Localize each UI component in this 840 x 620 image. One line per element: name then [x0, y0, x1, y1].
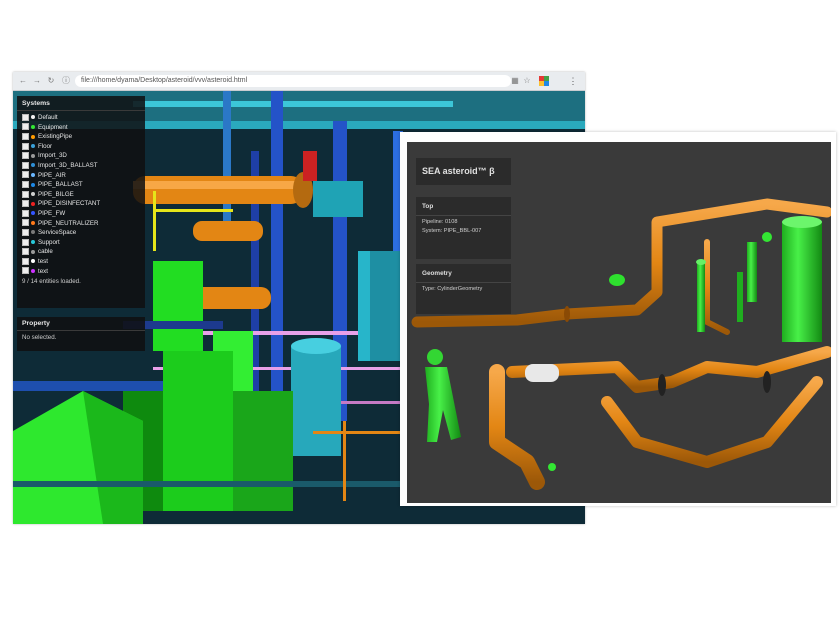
top-info-panel: Top Pipeline: 0108 System: PIPE_BBL-007	[416, 197, 511, 259]
system-label: Import_3D	[38, 152, 67, 160]
extension-icon[interactable]	[537, 74, 551, 88]
browser-menu-icon[interactable]: ⋮	[568, 74, 578, 88]
property-empty-text: No selected.	[22, 334, 57, 341]
system-item[interactable]: Default	[22, 113, 145, 123]
color-swatch	[31, 230, 35, 235]
color-swatch	[31, 134, 35, 139]
checkbox[interactable]	[22, 152, 29, 160]
system-label: test	[38, 257, 48, 265]
color-swatch	[31, 211, 35, 216]
system-item[interactable]: Floor	[22, 142, 145, 152]
checkbox[interactable]	[22, 257, 29, 265]
checkbox[interactable]	[22, 181, 29, 189]
geometry-panel-title: Geometry	[416, 264, 511, 283]
color-swatch	[31, 220, 35, 225]
color-swatch	[31, 240, 35, 245]
system-item[interactable]: PIPE_BILGE	[22, 190, 145, 200]
checkbox[interactable]	[22, 190, 29, 198]
system-item[interactable]: PIPE_DISINFECTANT	[22, 199, 145, 209]
checkbox[interactable]	[22, 161, 29, 169]
systems-panel: Systems Default Equipment ExistingPipe F…	[17, 96, 145, 308]
system-item[interactable]: text	[22, 267, 145, 277]
address-bar[interactable]: file:///home/dyama/Desktop/asteroid/vvv/…	[75, 75, 511, 87]
system-label: PIPE_AIR	[38, 171, 66, 179]
geometry-type-value: Type: CylinderGeometry	[422, 286, 483, 292]
checkbox[interactable]	[22, 209, 29, 217]
color-swatch	[31, 144, 35, 149]
checkbox[interactable]	[22, 200, 29, 208]
system-label: PIPE_BALLAST	[38, 181, 83, 189]
checkbox[interactable]	[22, 142, 29, 150]
color-swatch	[31, 172, 35, 177]
checkbox[interactable]	[22, 238, 29, 246]
systems-list: Default Equipment ExistingPipe Floor Imp…	[22, 113, 145, 276]
system-item[interactable]: ServiceSpace	[22, 228, 145, 238]
property-panel: Property No selected.	[17, 317, 145, 351]
system-item[interactable]: PIPE_AIR	[22, 171, 145, 181]
checkbox[interactable]	[22, 113, 29, 121]
bookmark-star-icon[interactable]: ☆	[521, 75, 533, 87]
system-label: Equipment	[38, 123, 68, 131]
system-item[interactable]: ExistingPipe	[22, 132, 145, 142]
system-item[interactable]: PIPE_FW	[22, 209, 145, 219]
color-swatch	[31, 268, 35, 273]
color-swatch	[31, 115, 35, 120]
checkbox[interactable]	[22, 219, 29, 227]
system-label: PIPE_NEUTRALIZER	[38, 219, 99, 227]
system-item[interactable]: Support	[22, 238, 145, 248]
color-swatch	[31, 259, 35, 264]
load-status: 9 / 14 entities loaded.	[22, 278, 81, 286]
pipe-viewer: SEA asteroid™ β Top Pipeline: 0108 Syste…	[407, 142, 831, 503]
system-item[interactable]: Equipment	[22, 123, 145, 133]
system-label: Import_3D_BALLAST	[38, 161, 98, 169]
system-label: Floor	[38, 142, 53, 150]
info-icon[interactable]: ⓘ	[60, 75, 72, 87]
system-label: ServiceSpace	[38, 229, 77, 237]
system-label: ExistingPipe	[38, 133, 73, 141]
system-item[interactable]: test	[22, 257, 145, 267]
system-item[interactable]: Import_3D	[22, 151, 145, 161]
checkbox[interactable]	[22, 133, 29, 141]
pipeline-value: Pipeline: 0108	[422, 219, 458, 225]
browser-toolbar: ← → ↻ ⓘ file:///home/dyama/Desktop/aster…	[13, 72, 585, 91]
app-title: SEA asteroid™ β	[416, 158, 511, 185]
color-swatch	[31, 192, 35, 197]
geometry-info-panel: Geometry Type: CylinderGeometry	[416, 264, 511, 314]
checkbox[interactable]	[22, 123, 29, 131]
checkbox[interactable]	[22, 171, 29, 179]
color-swatch	[31, 249, 35, 254]
forward-arrow-icon[interactable]: →	[31, 75, 43, 87]
system-label: text	[38, 267, 48, 275]
system-value: System: PIPE_BBL-007	[422, 228, 482, 234]
color-swatch	[31, 124, 35, 129]
checkbox[interactable]	[22, 228, 29, 236]
system-item[interactable]: Import_3D_BALLAST	[22, 161, 145, 171]
system-label: Support	[38, 238, 60, 246]
top-panel-title: Top	[416, 197, 511, 216]
system-label: Default	[38, 114, 58, 121]
system-label: PIPE_BILGE	[38, 190, 74, 198]
system-label: PIPE_DISINFECTANT	[38, 200, 101, 208]
front-viewer-window: SEA asteroid™ β Top Pipeline: 0108 Syste…	[400, 132, 836, 506]
system-item[interactable]: cable	[22, 247, 145, 257]
color-swatch	[31, 153, 35, 158]
checkbox[interactable]	[22, 267, 29, 275]
back-arrow-icon[interactable]: ←	[17, 75, 29, 87]
color-swatch	[31, 201, 35, 206]
system-label: cable	[38, 248, 53, 256]
system-item[interactable]: PIPE_BALLAST	[22, 180, 145, 190]
system-item[interactable]: PIPE_NEUTRALIZER	[22, 219, 145, 229]
color-swatch	[31, 182, 35, 187]
system-label: PIPE_FW	[38, 209, 66, 217]
property-panel-title: Property	[17, 317, 145, 331]
color-swatch	[31, 163, 35, 168]
reload-icon[interactable]: ↻	[45, 75, 57, 87]
systems-panel-title: Systems	[17, 96, 145, 111]
checkbox[interactable]	[22, 248, 29, 256]
translate-icon[interactable]: ▦	[509, 75, 521, 87]
